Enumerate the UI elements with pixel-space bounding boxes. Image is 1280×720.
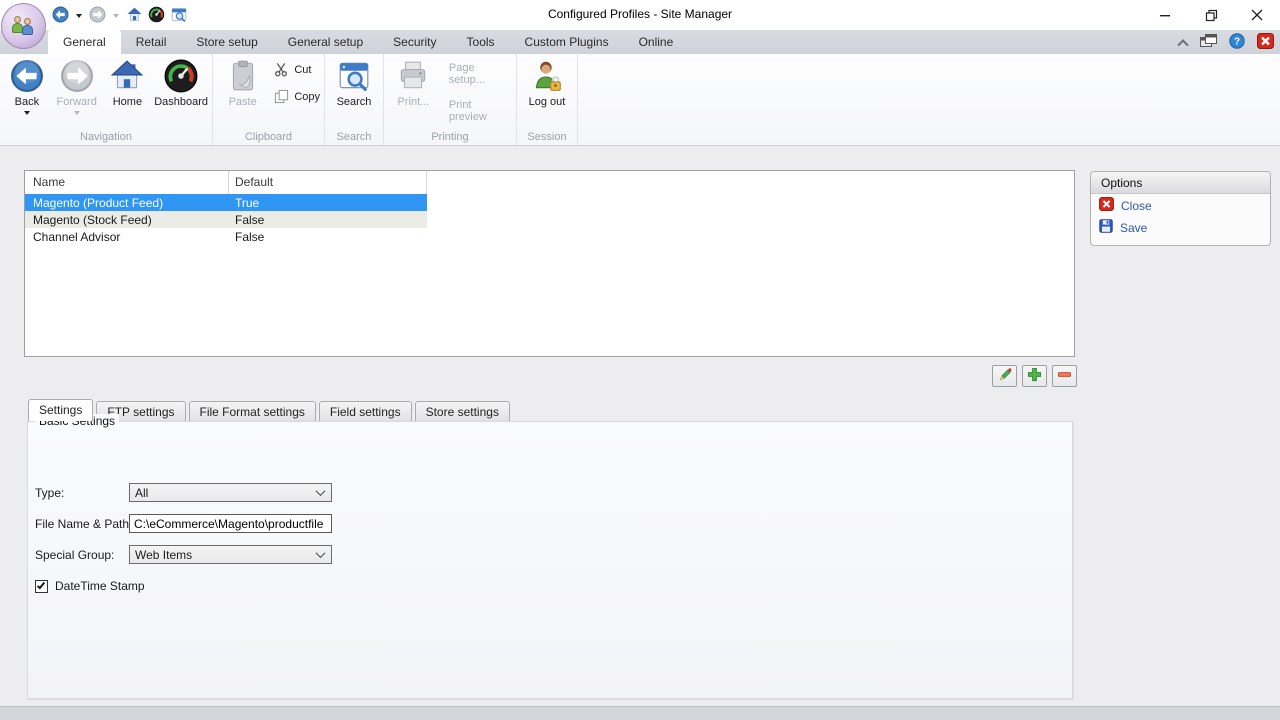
cut-button[interactable]: Cut xyxy=(270,60,324,79)
back-button[interactable]: Back xyxy=(5,54,49,115)
profiles-list-header: Name Default xyxy=(25,171,1074,194)
table-row[interactable]: Channel Advisor False xyxy=(25,228,427,245)
ribbon-group-clipboard: Paste Cut Copy Clipboard xyxy=(213,54,325,145)
special-group-label: Special Group: xyxy=(35,548,114,562)
tab-field-settings[interactable]: Field settings xyxy=(319,401,412,421)
restore-button[interactable] xyxy=(1188,0,1234,30)
list-edit-toolbar xyxy=(992,365,1077,387)
tab-store-setup[interactable]: Store setup xyxy=(181,30,272,54)
tab-retail[interactable]: Retail xyxy=(121,30,182,54)
plus-icon xyxy=(1027,367,1042,385)
dashboard-button[interactable]: Dashboard xyxy=(150,54,212,115)
tab-settings[interactable]: Settings xyxy=(28,399,93,421)
title-bar: Configured Profiles - Site Manager xyxy=(0,0,1280,30)
tab-custom-plugins[interactable]: Custom Plugins xyxy=(510,30,624,54)
home-button[interactable]: Home xyxy=(105,54,151,115)
page-setup-button: Page setup... xyxy=(445,60,516,88)
logout-button[interactable]: Log out xyxy=(520,54,574,108)
chevron-down-icon xyxy=(316,548,326,558)
ribbon-group-search: Search Search xyxy=(325,54,384,145)
search-button[interactable]: Search xyxy=(329,54,379,108)
tab-security[interactable]: Security xyxy=(378,30,451,54)
save-action[interactable]: Save xyxy=(1091,216,1270,238)
ribbon-tab-strip: General Retail Store setup General setup… xyxy=(0,30,1280,54)
table-row[interactable]: Magento (Stock Feed) False xyxy=(25,211,427,228)
exit-icon[interactable] xyxy=(1257,33,1274,52)
pencil-icon xyxy=(997,367,1013,386)
column-header-default[interactable]: Default xyxy=(235,175,273,189)
tab-file-format-settings[interactable]: File Format settings xyxy=(189,401,316,421)
forward-button: Forward xyxy=(49,54,105,115)
ribbon-group-session: Log out Session xyxy=(517,54,578,145)
tab-general[interactable]: General xyxy=(48,30,121,54)
close-button[interactable] xyxy=(1234,0,1280,30)
ribbon-group-printing: Print... Page setup... Print preview Pri… xyxy=(384,54,517,145)
svg-text:?: ? xyxy=(1234,36,1240,47)
window-title: Configured Profiles - Site Manager xyxy=(0,7,1280,21)
application-menu-button[interactable] xyxy=(1,3,46,49)
chevron-down-icon xyxy=(316,486,326,496)
add-button[interactable] xyxy=(1022,365,1047,387)
file-path-input[interactable] xyxy=(129,514,332,533)
datetime-stamp-checkbox[interactable]: DateTime Stamp xyxy=(35,579,145,593)
minimize-button[interactable] xyxy=(1142,0,1188,30)
special-group-dropdown[interactable]: Web Items xyxy=(129,545,332,564)
cascade-windows-icon[interactable] xyxy=(1199,33,1217,52)
type-label: Type: xyxy=(35,486,64,500)
basic-settings-groupbox: Basic Settings Type: All File Name & Pat… xyxy=(27,421,1073,699)
checkbox-checked-icon xyxy=(35,580,48,593)
print-preview-button: Print preview xyxy=(445,97,516,125)
minus-icon xyxy=(1057,367,1072,385)
tab-general-setup[interactable]: General setup xyxy=(273,30,378,54)
print-button: Print... xyxy=(390,54,437,125)
tab-tools[interactable]: Tools xyxy=(452,30,510,54)
close-action[interactable]: Close xyxy=(1091,194,1270,216)
remove-button[interactable] xyxy=(1052,365,1077,387)
options-panel: Options Close Save xyxy=(1090,171,1271,246)
forward-menu-caret xyxy=(74,111,80,115)
back-menu-caret[interactable] xyxy=(24,111,30,115)
tab-online[interactable]: Online xyxy=(624,30,689,54)
table-row[interactable]: Magento (Product Feed) True xyxy=(25,194,427,211)
copy-button[interactable]: Copy xyxy=(270,87,324,106)
edit-button[interactable] xyxy=(992,365,1017,387)
paste-button: Paste xyxy=(223,54,262,108)
tab-store-settings[interactable]: Store settings xyxy=(415,401,510,421)
column-header-name[interactable]: Name xyxy=(33,175,65,189)
ribbon-group-navigation: Back Forward Home Dashboard Navigation xyxy=(0,54,213,145)
profiles-list: Name Default Magento (Product Feed) True… xyxy=(24,170,1075,357)
options-panel-title: Options xyxy=(1091,172,1270,194)
collapse-ribbon-icon[interactable] xyxy=(1177,39,1188,50)
help-icon[interactable]: ? xyxy=(1229,33,1245,52)
type-dropdown[interactable]: All xyxy=(129,483,332,502)
save-floppy-icon xyxy=(1099,219,1113,236)
ribbon: Back Forward Home Dashboard Navigation xyxy=(0,54,1280,146)
close-red-icon xyxy=(1099,197,1114,214)
file-path-label: File Name & Path: xyxy=(35,517,132,531)
status-bar xyxy=(0,706,1280,720)
users-icon xyxy=(11,16,37,36)
